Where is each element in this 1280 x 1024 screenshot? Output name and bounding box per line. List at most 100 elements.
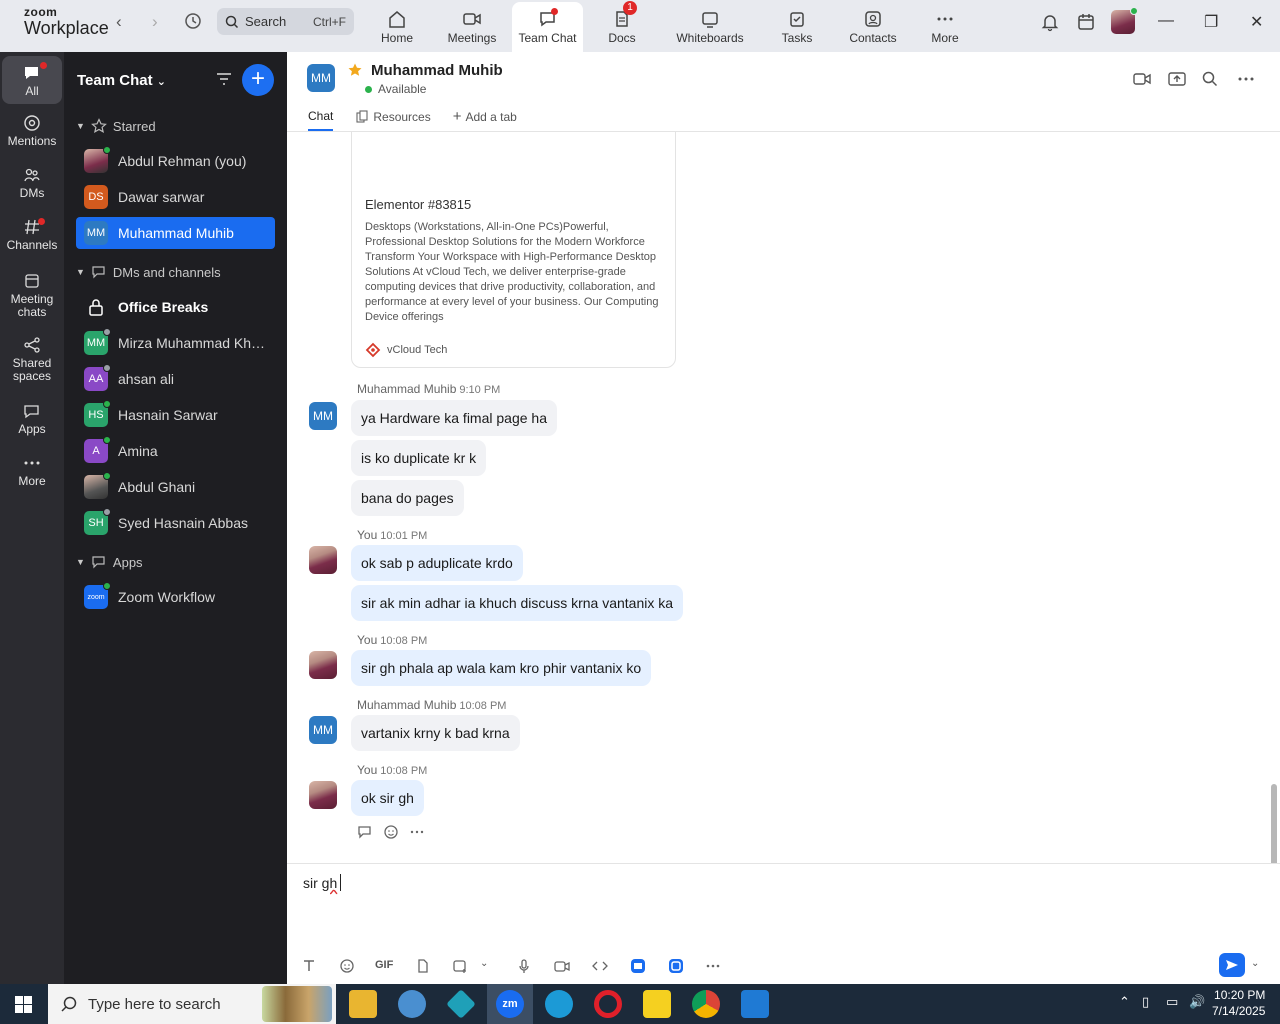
sidebar-item[interactable]: Abdul Rehman (you)	[76, 145, 275, 177]
share-screen-icon[interactable]	[1167, 70, 1187, 88]
chevron-up-icon[interactable]: ⌃	[1119, 994, 1130, 1010]
nav-tasks[interactable]: Tasks	[775, 0, 819, 52]
send-button[interactable]	[1219, 953, 1245, 977]
message-bubble[interactable]: ok sab p aduplicate krdo	[351, 545, 523, 581]
new-chat-button[interactable]: +	[242, 64, 274, 96]
profile-avatar[interactable]	[1111, 7, 1138, 34]
sidebar-item[interactable]: Abdul Ghani	[76, 471, 275, 503]
tab-add[interactable]: + Add a tab	[453, 108, 517, 131]
format-text-icon[interactable]	[301, 958, 317, 974]
rail-meeting-chats[interactable]: Meeting chats	[2, 272, 62, 319]
message-bubble[interactable]: ok sir gh	[351, 780, 424, 816]
close-icon[interactable]: ✕	[1250, 12, 1263, 32]
volume-icon[interactable]: 🔊	[1189, 994, 1205, 1010]
sidebar-item[interactable]: HS Hasnain Sarwar	[76, 399, 275, 431]
file-explorer-icon[interactable]	[349, 990, 377, 1018]
sidebar-item[interactable]: MM Muhammad Muhib	[76, 217, 275, 249]
nav-team-chat[interactable]: Team Chat	[512, 2, 583, 52]
nav-contacts[interactable]: Contacts	[845, 0, 901, 52]
system-clock[interactable]: 10:20 PM 7/14/2025	[1212, 987, 1265, 1019]
edge-browser-icon[interactable]	[545, 990, 573, 1018]
nav-docs[interactable]: Docs 1	[598, 0, 646, 52]
display-icon[interactable]: ▭	[1166, 994, 1178, 1010]
app-icon[interactable]	[446, 989, 476, 1019]
channel-name[interactable]: Muhammad Muhib	[371, 62, 503, 79]
reply-icon[interactable]	[357, 824, 373, 840]
nav-meetings[interactable]: Meetings	[442, 0, 502, 52]
message-list[interactable]: Elementor #83815 Desktops (Workstations,…	[287, 132, 1280, 863]
rail-mentions[interactable]: Mentions	[2, 114, 62, 148]
star-filled-icon[interactable]	[347, 62, 363, 78]
message-bubble[interactable]: bana do pages	[351, 480, 464, 516]
chevron-down-icon[interactable]: ⌄	[480, 958, 488, 969]
back-arrow-icon[interactable]: ‹	[116, 12, 122, 32]
nav-more[interactable]: More	[925, 0, 965, 52]
more-dots-icon[interactable]	[1237, 70, 1255, 88]
section-starred[interactable]: ▼ Starred	[76, 118, 156, 134]
windows-start-icon[interactable]	[15, 996, 32, 1013]
section-apps[interactable]: ▼ Apps	[76, 554, 143, 570]
emoji-icon[interactable]	[339, 958, 355, 974]
video-message-icon[interactable]	[553, 958, 571, 974]
sidebar-item[interactable]: A Amina	[76, 435, 275, 467]
scrollbar-thumb[interactable]	[1271, 784, 1277, 863]
search-box[interactable]: Search Ctrl+F	[217, 8, 354, 35]
sender-avatar[interactable]: MM	[309, 402, 337, 430]
file-icon[interactable]	[415, 958, 431, 974]
link-preview-card[interactable]: Elementor #83815 Desktops (Workstations,…	[351, 132, 676, 368]
sidebar-item[interactable]: MM Mirza Muhammad Khurram	[76, 327, 275, 359]
chevron-down-icon[interactable]: ⌄	[1251, 958, 1259, 969]
sidebar-item[interactable]: DS Dawar sarwar	[76, 181, 275, 213]
more-dots-icon[interactable]	[409, 824, 425, 840]
rail-all[interactable]: All	[2, 56, 62, 104]
nav-whiteboards[interactable]: Whiteboards	[668, 0, 752, 52]
bell-icon[interactable]	[1040, 12, 1060, 32]
history-icon[interactable]	[183, 11, 203, 31]
forward-arrow-icon[interactable]: ›	[152, 12, 158, 32]
message-bubble[interactable]: is ko duplicate kr k	[351, 440, 487, 476]
screenshot-icon[interactable]	[452, 958, 468, 974]
restore-icon[interactable]: ❐	[1204, 12, 1218, 32]
rail-more[interactable]: More	[2, 454, 62, 488]
filter-icon[interactable]	[215, 71, 233, 87]
gif-button[interactable]: GIF	[375, 959, 393, 971]
message-bubble[interactable]: sir ak min adhar ia khuch discuss krna v…	[351, 585, 684, 621]
section-dms[interactable]: ▼ DMs and channels	[76, 264, 221, 280]
sidebar-item[interactable]: AA ahsan ali	[76, 363, 275, 395]
rail-apps[interactable]: Apps	[2, 402, 62, 436]
tab-resources[interactable]: Resources	[355, 108, 431, 131]
video-call-icon[interactable]	[1132, 70, 1152, 88]
sidebar-item[interactable]: Office Breaks	[76, 291, 275, 323]
chrome-browser-icon[interactable]	[692, 990, 720, 1018]
rail-channels[interactable]: Channels	[2, 218, 62, 252]
opera-browser-icon[interactable]	[594, 990, 622, 1018]
minimize-icon[interactable]: —	[1158, 12, 1174, 30]
sender-avatar[interactable]	[309, 651, 337, 679]
vscode-icon[interactable]	[741, 990, 769, 1018]
rail-shared-spaces[interactable]: Shared spaces	[2, 336, 62, 383]
clips-app-icon[interactable]	[668, 958, 684, 974]
sidebar-item[interactable]: SH Syed Hasnain Abbas	[76, 507, 275, 539]
microphone-icon[interactable]	[516, 958, 532, 974]
zoom-taskbar-icon[interactable]: zm	[496, 990, 524, 1018]
sender-avatar[interactable]	[309, 781, 337, 809]
message-bubble[interactable]: vartanix krny k bad krna	[351, 715, 520, 751]
sender-avatar[interactable]	[309, 546, 337, 574]
app-icon[interactable]	[398, 990, 426, 1018]
emoji-reaction-icon[interactable]	[383, 824, 399, 840]
more-dots-icon[interactable]	[705, 958, 721, 974]
sender-avatar[interactable]: MM	[309, 716, 337, 744]
network-icon[interactable]: ▯	[1142, 994, 1149, 1010]
nav-home[interactable]: Home	[372, 0, 422, 52]
rail-dms[interactable]: DMs	[2, 166, 62, 200]
whiteboard-app-icon[interactable]	[630, 958, 646, 974]
sidebar-title[interactable]: Team Chat ⌄	[77, 72, 166, 89]
tab-chat[interactable]: Chat	[308, 108, 334, 131]
sidebar-item[interactable]: zoom Zoom Workflow	[76, 581, 275, 613]
sticky-notes-icon[interactable]	[643, 990, 671, 1018]
message-bubble[interactable]: sir gh phala ap wala kam kro phir vantan…	[351, 650, 652, 686]
message-bubble[interactable]: ya Hardware ka fimal page ha	[351, 400, 557, 436]
calendar-icon[interactable]	[1076, 12, 1096, 32]
search-icon[interactable]	[1201, 70, 1219, 88]
taskbar-search[interactable]: Type here to search	[48, 984, 336, 1024]
